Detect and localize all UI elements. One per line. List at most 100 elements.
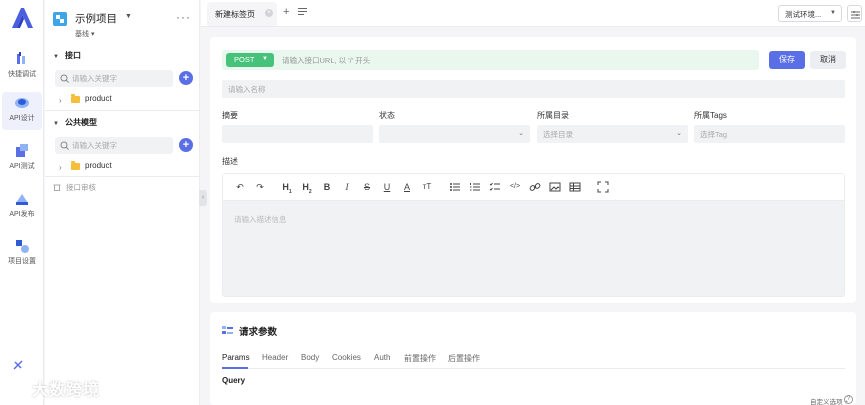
request-params-card: 请求参数 Params Header Body Cookies Auth 前置操… — [210, 312, 856, 405]
tab-new[interactable]: 新建标签页 × — [207, 2, 277, 26]
folder-icon — [71, 161, 80, 170]
environment-select[interactable]: 测试环境... ▼ — [778, 5, 842, 22]
bold-icon[interactable]: B — [321, 181, 333, 193]
tab-body[interactable]: Body — [301, 353, 319, 362]
more-icon[interactable]: ··· — [176, 10, 191, 24]
project-header[interactable]: 示例项目 ▼ 基线 ▾ ··· — [53, 10, 193, 40]
tree-item[interactable]: › product — [53, 161, 195, 177]
image-icon[interactable] — [549, 181, 561, 193]
tab-cookies[interactable]: Cookies — [332, 353, 361, 362]
rail-item-project-settings[interactable]: 项目设置 — [2, 235, 42, 273]
undo-icon[interactable]: ↶ — [234, 181, 246, 193]
directory-select[interactable]: 选择目录 ⌄ — [537, 125, 688, 143]
project-settings-icon — [16, 240, 29, 253]
method-label: POST — [234, 55, 255, 64]
watermark-logo-icon — [7, 382, 31, 396]
description-label: 描述 — [222, 157, 238, 166]
tree-item-label: product — [85, 161, 112, 170]
tab-label: 新建标签页 — [215, 10, 255, 19]
editor-toolbar: ↶ ↷ H1 H2 B I S U A ᴛT </> — [223, 174, 844, 201]
cancel-button[interactable]: 取消 — [810, 51, 846, 69]
interface-review-link[interactable]: 接口审核 — [53, 182, 96, 193]
status-select[interactable]: ⌄ — [379, 125, 530, 143]
redo-icon[interactable]: ↷ — [254, 181, 266, 193]
table-icon[interactable] — [569, 181, 581, 193]
directory-label: 所属目录 — [537, 111, 569, 120]
tags-label: 所属Tags — [694, 111, 727, 120]
chevron-down-icon: ▼ — [830, 10, 836, 16]
save-button[interactable]: 保存 — [769, 51, 805, 69]
link-icon[interactable] — [529, 181, 541, 193]
close-icon[interactable]: × — [265, 9, 273, 17]
watermark-text: 大数跨境 — [32, 382, 101, 399]
section-common-models: ▼ 公共模型 + › product — [53, 117, 195, 177]
search-icon — [60, 74, 69, 83]
bullet-list-icon[interactable] — [449, 181, 461, 193]
rail-item-api-publish[interactable]: API发布 — [2, 188, 42, 226]
search-input[interactable] — [72, 139, 170, 152]
rail-item-api-test[interactable]: API测试 — [2, 140, 42, 178]
tabs-divider — [222, 368, 845, 369]
branch-selector[interactable]: 基线 ▾ — [75, 29, 94, 39]
section-header[interactable]: ▼ 公共模型 — [53, 117, 195, 133]
description-textarea[interactable]: 请输入描述信息 — [223, 201, 844, 296]
underline-icon[interactable]: U — [381, 181, 393, 193]
rail-label: 快捷调试 — [8, 71, 36, 78]
project-logo-icon — [53, 12, 67, 26]
left-rail: 快捷调试 API设计 API测试 API发布 项目设置 — [0, 0, 44, 405]
name-input[interactable] — [222, 80, 845, 98]
help-icon[interactable]: ? — [844, 395, 853, 404]
heading1-icon[interactable]: H1 — [281, 181, 293, 195]
font-color-icon[interactable]: A — [401, 181, 413, 193]
summary-input[interactable] — [222, 125, 373, 143]
section-title: 公共模型 — [64, 118, 97, 127]
project-name: 示例项目 — [75, 13, 117, 25]
url-input[interactable] — [282, 53, 752, 67]
section-title: 接口 — [64, 51, 81, 60]
watermark: 大数跨境 — [6, 376, 100, 400]
section-interfaces: ▼ 接口 + › product — [53, 50, 195, 110]
tab-params[interactable]: Params — [222, 353, 250, 362]
search-input[interactable] — [72, 72, 170, 85]
section-header[interactable]: ▼ 接口 — [53, 50, 195, 66]
tab-post-operation[interactable]: 后置操作 — [448, 353, 480, 364]
search-box — [55, 137, 173, 154]
environment-settings-button[interactable] — [847, 5, 862, 22]
add-button[interactable]: + — [179, 138, 193, 152]
chevron-right-icon[interactable]: › — [59, 163, 62, 172]
caret-down-icon: ▼ — [53, 121, 59, 127]
chevron-down-icon[interactable]: ▼ — [125, 13, 132, 20]
add-button[interactable]: + — [179, 71, 193, 85]
tools-icon[interactable] — [13, 360, 23, 370]
custom-options-button[interactable]: 自定义选项 + — [810, 396, 848, 405]
request-params-icon — [222, 326, 233, 334]
sidebar-collapse-handle[interactable]: ‹ — [199, 190, 207, 206]
italic-icon[interactable]: I — [341, 181, 353, 193]
tab-pre-operation[interactable]: 前置操作 — [404, 353, 436, 364]
app-logo-icon[interactable] — [9, 6, 35, 30]
ordered-list-icon[interactable] — [469, 181, 481, 193]
method-select[interactable]: POST ▼ — [226, 53, 274, 67]
chevron-down-icon: ⌄ — [518, 130, 524, 137]
search-icon — [60, 141, 69, 150]
add-tab-icon[interactable]: + — [283, 6, 289, 18]
tree-item[interactable]: › product — [53, 94, 195, 110]
fullscreen-icon[interactable] — [597, 181, 609, 193]
search-box — [55, 70, 173, 87]
font-size-icon[interactable]: ᴛT — [421, 181, 433, 193]
url-bar: POST ▼ — [222, 50, 759, 70]
tab-menu-icon[interactable] — [298, 7, 307, 16]
tab-header[interactable]: Header — [262, 353, 288, 362]
rail-item-quick-debug[interactable]: 快捷调试 — [2, 48, 42, 86]
rail-item-api-design[interactable]: API设计 — [2, 92, 42, 130]
heading2-icon[interactable]: H2 — [301, 181, 313, 195]
tab-auth[interactable]: Auth — [374, 353, 390, 362]
tags-select[interactable]: 选择Tag — [694, 125, 845, 143]
description-placeholder: 请输入描述信息 — [234, 215, 287, 224]
task-list-icon[interactable] — [489, 181, 501, 193]
strikethrough-icon[interactable]: S — [361, 181, 373, 193]
chevron-right-icon[interactable]: › — [59, 96, 62, 105]
code-icon[interactable]: </> — [509, 181, 521, 193]
tree-item-label: product — [85, 94, 112, 103]
quick-debug-icon — [17, 52, 25, 64]
